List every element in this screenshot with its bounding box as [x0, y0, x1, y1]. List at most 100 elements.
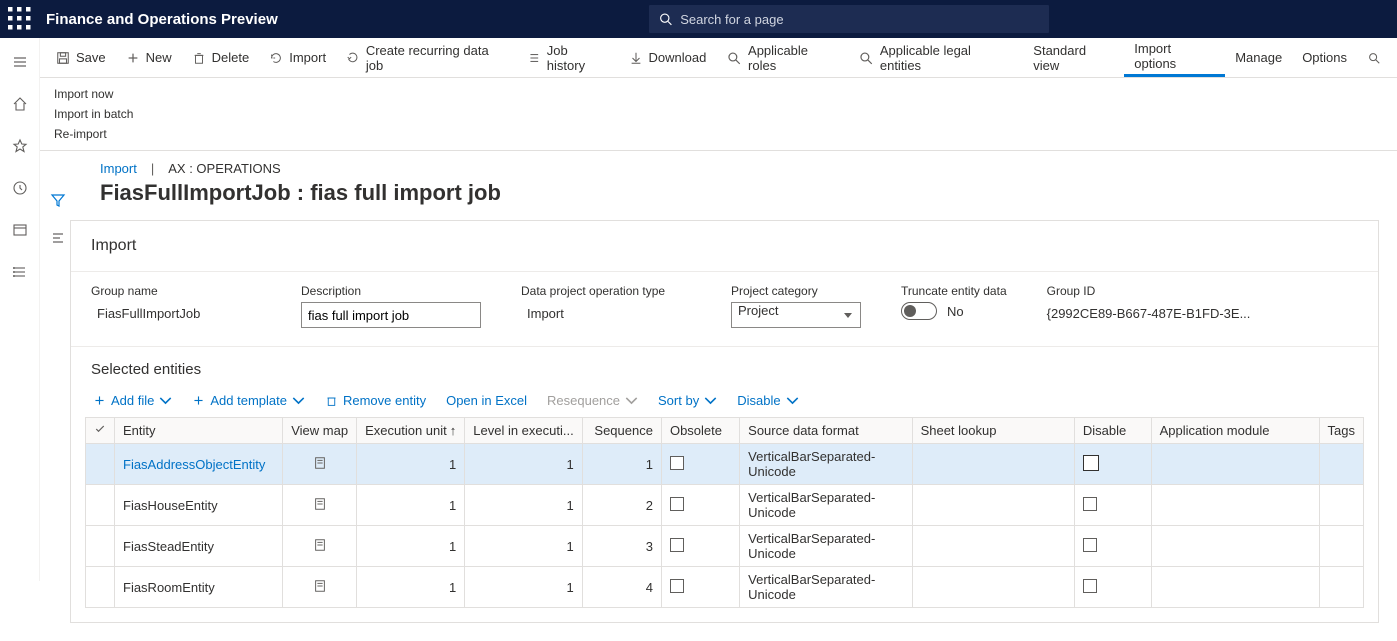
entity-name-cell[interactable]: FiasAddressObjectEntity — [115, 444, 283, 485]
table-row[interactable]: FiasHouseEntity112VerticalBarSeparated-U… — [86, 485, 1364, 526]
row-select-cell[interactable] — [86, 567, 115, 608]
remove-entity-button[interactable]: Remove entity — [317, 390, 434, 411]
col-sheet-lookup[interactable]: Sheet lookup — [912, 418, 1074, 444]
find-button[interactable] — [1357, 39, 1391, 77]
disable-cell[interactable] — [1074, 567, 1151, 608]
applicable-legal-entities-button[interactable]: Applicable legal entities — [848, 39, 1023, 77]
download-button[interactable]: Download — [619, 39, 717, 77]
project-category-label: Project category — [731, 284, 861, 298]
sequence-cell: 1 — [582, 444, 661, 485]
view-map-cell[interactable] — [283, 526, 357, 567]
modules-icon[interactable] — [4, 258, 36, 286]
project-category-select[interactable]: Project — [731, 302, 861, 328]
star-icon[interactable] — [4, 132, 36, 160]
operation-type-value: Import — [521, 302, 691, 328]
obsolete-cell[interactable] — [661, 526, 739, 567]
plus-icon — [126, 51, 140, 65]
row-select-cell[interactable] — [86, 526, 115, 567]
sheet-lookup-cell[interactable] — [912, 567, 1074, 608]
hamburger-icon[interactable] — [4, 48, 36, 76]
col-tags[interactable]: Tags — [1319, 418, 1363, 444]
source-format-cell: VerticalBarSeparated-Unicode — [740, 485, 912, 526]
view-map-cell[interactable] — [283, 444, 357, 485]
col-view-map[interactable]: View map — [283, 418, 357, 444]
import-options-tab[interactable]: Import options — [1124, 39, 1225, 77]
recent-icon[interactable] — [4, 174, 36, 202]
view-map-cell[interactable] — [283, 567, 357, 608]
obsolete-cell[interactable] — [661, 567, 739, 608]
entities-table: Entity View map Execution unit↑ Level in… — [85, 417, 1364, 608]
re-import-option[interactable]: Re-import — [46, 124, 1397, 144]
standard-view-button[interactable]: Standard view — [1023, 39, 1124, 77]
table-row[interactable]: FiasSteadEntity113VerticalBarSeparated-U… — [86, 526, 1364, 567]
add-template-button[interactable]: Add template — [184, 390, 313, 411]
options-button[interactable]: Options — [1292, 39, 1357, 77]
applicable-roles-button[interactable]: Applicable roles — [716, 39, 848, 77]
plus-icon — [93, 394, 106, 407]
entity-name-cell[interactable]: FiasRoomEntity — [115, 567, 283, 608]
col-disable[interactable]: Disable — [1074, 418, 1151, 444]
workspace-icon[interactable] — [4, 216, 36, 244]
filter-funnel-icon[interactable] — [46, 188, 70, 212]
tags-cell — [1319, 485, 1363, 526]
view-map-cell[interactable] — [283, 485, 357, 526]
open-in-excel-button[interactable]: Open in Excel — [438, 390, 535, 411]
entity-name-cell[interactable]: FiasHouseEntity — [115, 485, 283, 526]
sheet-lookup-cell[interactable] — [912, 485, 1074, 526]
search-input[interactable] — [680, 12, 1039, 27]
content-area: Import | AX : OPERATIONS FiasFullImportJ… — [40, 151, 1397, 623]
col-obsolete[interactable]: Obsolete — [661, 418, 739, 444]
sheet-lookup-cell[interactable] — [912, 444, 1074, 485]
save-button[interactable]: Save — [46, 39, 116, 77]
sheet-lookup-cell[interactable] — [912, 526, 1074, 567]
tags-cell — [1319, 567, 1363, 608]
obsolete-cell[interactable] — [661, 485, 739, 526]
col-level[interactable]: Level in executi... — [465, 418, 582, 444]
col-select[interactable] — [86, 418, 115, 444]
disable-cell[interactable] — [1074, 485, 1151, 526]
manage-button[interactable]: Manage — [1225, 39, 1292, 77]
sequence-cell: 3 — [582, 526, 661, 567]
import-now-option[interactable]: Import now — [46, 84, 1397, 104]
breadcrumb-import-link[interactable]: Import — [100, 161, 137, 176]
description-input[interactable] — [301, 302, 481, 328]
obsolete-cell[interactable] — [661, 444, 739, 485]
global-search[interactable] — [649, 5, 1049, 33]
truncate-field: Truncate entity data No — [901, 284, 1007, 328]
col-entity[interactable]: Entity — [115, 418, 283, 444]
job-history-button[interactable]: Job history — [517, 39, 618, 77]
import-button[interactable]: Import — [259, 39, 336, 77]
group-id-value: {2992CE89-B667-487E-B1FD-3E... — [1047, 302, 1251, 325]
page-side-actions — [46, 188, 70, 250]
row-select-cell[interactable] — [86, 444, 115, 485]
group-name-field: Group name FiasFullImportJob — [91, 284, 261, 328]
table-row[interactable]: FiasAddressObjectEntity111VerticalBarSep… — [86, 444, 1364, 485]
truncate-toggle[interactable]: No — [901, 302, 1007, 320]
recur-icon — [346, 51, 360, 65]
related-info-icon[interactable] — [46, 226, 70, 250]
disable-cell[interactable] — [1074, 526, 1151, 567]
disable-button[interactable]: Disable — [729, 390, 806, 411]
sort-by-button[interactable]: Sort by — [650, 390, 725, 411]
row-select-cell[interactable] — [86, 485, 115, 526]
import-in-batch-option[interactable]: Import in batch — [46, 104, 1397, 124]
create-recurring-button[interactable]: Create recurring data job — [336, 39, 517, 77]
col-source-format[interactable]: Source data format — [740, 418, 912, 444]
col-application-module[interactable]: Application module — [1151, 418, 1319, 444]
new-button[interactable]: New — [116, 39, 182, 77]
entity-name-cell[interactable]: FiasSteadEntity — [115, 526, 283, 567]
col-sequence[interactable]: Sequence — [582, 418, 661, 444]
col-execution-unit[interactable]: Execution unit↑ — [357, 418, 465, 444]
level-cell: 1 — [465, 526, 582, 567]
group-id-field: Group ID {2992CE89-B667-487E-B1FD-3E... — [1047, 284, 1251, 328]
level-cell: 1 — [465, 444, 582, 485]
import-options-panel: Import now Import in batch Re-import — [0, 78, 1397, 151]
home-icon[interactable] — [4, 90, 36, 118]
app-module-cell — [1151, 567, 1319, 608]
app-waffle-icon[interactable] — [8, 7, 32, 31]
disable-cell[interactable] — [1074, 444, 1151, 485]
delete-button[interactable]: Delete — [182, 39, 260, 77]
table-row[interactable]: FiasRoomEntity114VerticalBarSeparated-Un… — [86, 567, 1364, 608]
add-file-button[interactable]: Add file — [85, 390, 180, 411]
search-icon — [659, 12, 672, 26]
